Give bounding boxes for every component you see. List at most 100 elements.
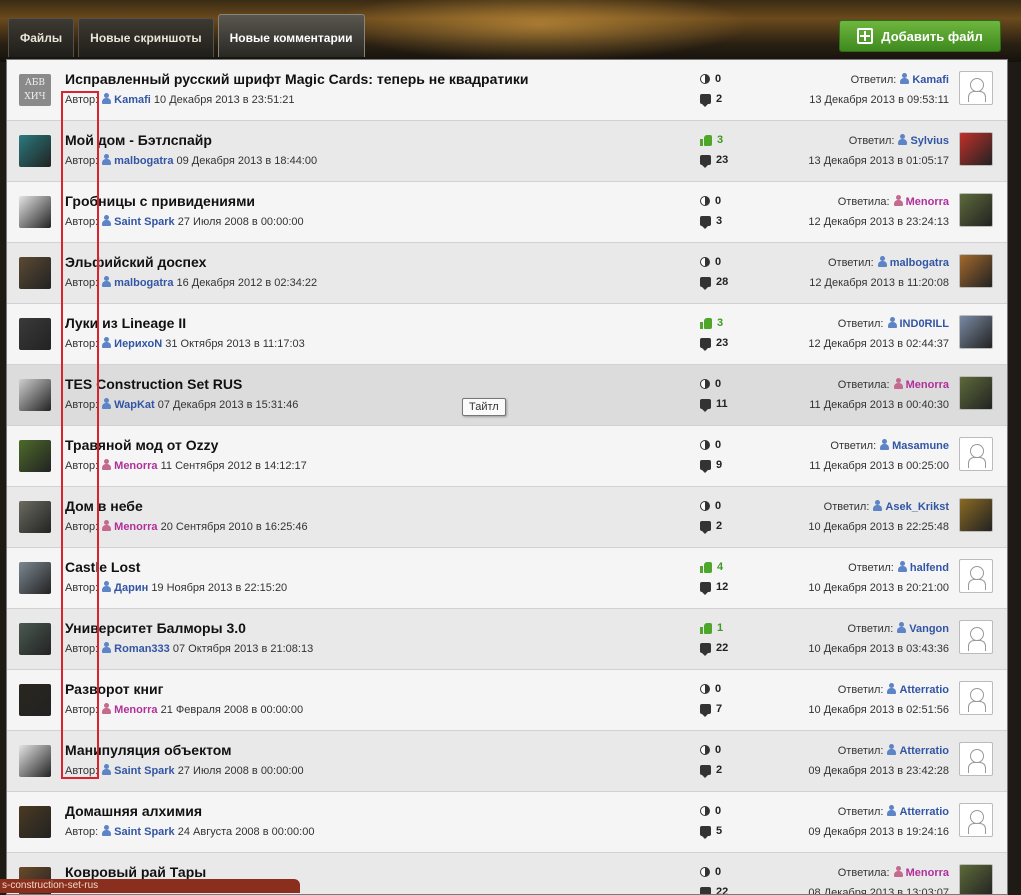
list-item[interactable]: Домашняя алхимия Автор: Saint Spark 24 Авг…: [7, 792, 1007, 853]
file-title[interactable]: Луки из Lineage II: [65, 315, 186, 331]
reply-user-link[interactable]: malbogatra: [890, 257, 949, 269]
file-title[interactable]: Исправленный русский шрифт Magic Cards: …: [65, 71, 528, 87]
author-link[interactable]: malbogatra: [114, 155, 173, 167]
add-file-label: Добавить файл: [881, 28, 983, 44]
author-link[interactable]: Дарин: [114, 582, 148, 594]
file-thumbnail[interactable]: [19, 745, 51, 777]
avatar[interactable]: [959, 559, 993, 593]
author-link[interactable]: Kamafi: [114, 94, 151, 106]
list-item[interactable]: Castle Lost Автор: Дарин 19 Ноября 2013 в …: [7, 548, 1007, 609]
file-title[interactable]: Травяной мод от Ozzy: [65, 437, 218, 453]
list-item[interactable]: Гробницы с привидениями Автор: Saint Spark…: [7, 182, 1007, 243]
author-link[interactable]: Menorra: [114, 704, 157, 716]
file-title[interactable]: Университет Балморы 3.0: [65, 620, 246, 636]
author-meta: Автор: Saint Spark 24 Августа 2008 в 00:0…: [65, 825, 314, 838]
author-link[interactable]: Menorra: [114, 521, 157, 533]
avatar[interactable]: [959, 193, 993, 227]
author-link[interactable]: Saint Spark: [114, 216, 175, 228]
file-thumbnail[interactable]: [19, 196, 51, 228]
reply-user-link[interactable]: Vangon: [909, 623, 949, 635]
author-link[interactable]: malbogatra: [114, 277, 173, 289]
author-label: Автор:: [65, 155, 99, 167]
reply-user-link[interactable]: halfend: [910, 562, 949, 574]
list-item[interactable]: Манипуляция объектом Автор: Saint Spark 27…: [7, 731, 1007, 792]
rating-value: 1: [717, 622, 724, 634]
list-item[interactable]: TES Construction Set RUS Автор: WapKat 07 …: [7, 365, 1007, 426]
avatar[interactable]: [959, 803, 993, 837]
file-title[interactable]: Разворот книг: [65, 681, 163, 697]
author-link[interactable]: ИерихоN: [114, 338, 162, 350]
reply-user-link[interactable]: Atterratio: [899, 806, 949, 818]
file-title[interactable]: TES Construction Set RUS: [65, 376, 242, 392]
reply-user-link[interactable]: Menorra: [906, 867, 949, 879]
tab-new-comments[interactable]: Новые комментарии: [217, 14, 365, 57]
file-thumbnail[interactable]: [19, 379, 51, 411]
reply-user-link[interactable]: Kamafi: [912, 74, 949, 86]
list-item[interactable]: Разворот книг Автор: Menorra 21 Февраля 20…: [7, 670, 1007, 731]
avatar[interactable]: [959, 71, 993, 105]
avatar[interactable]: [959, 437, 993, 471]
file-thumbnail[interactable]: [19, 440, 51, 472]
tab-files[interactable]: Файлы: [8, 18, 75, 57]
file-title[interactable]: Гробницы с привидениями: [65, 193, 255, 209]
author-link[interactable]: Roman333: [114, 643, 170, 655]
file-title[interactable]: Домашняя алхимия: [65, 803, 202, 819]
avatar[interactable]: [959, 376, 993, 410]
file-thumbnail[interactable]: [19, 623, 51, 655]
reply-user-link[interactable]: Masamune: [892, 440, 949, 452]
rating-stat: 0: [700, 73, 721, 85]
list-item[interactable]: Эльфийский доспех Автор: malbogatra 16 Дек…: [7, 243, 1007, 304]
reply-user-link[interactable]: Menorra: [906, 379, 949, 391]
file-thumbnail[interactable]: [19, 684, 51, 716]
list-item[interactable]: Дом в небе Автор: Menorra 20 Сентября 2010…: [7, 487, 1007, 548]
reply-label: Ответил:: [823, 501, 870, 513]
author-link[interactable]: WapKat: [114, 399, 155, 411]
file-thumbnail[interactable]: [19, 806, 51, 838]
list-item[interactable]: Луки из Lineage II Автор: ИерихоN 31 Октяб…: [7, 304, 1007, 365]
rating-icon: [700, 379, 710, 389]
list-item[interactable]: Травяной мод от Ozzy Автор: Menorra 11 Сен…: [7, 426, 1007, 487]
file-thumbnail[interactable]: [19, 257, 51, 289]
reply-user-link[interactable]: IND0RILL: [900, 318, 950, 330]
list-item[interactable]: Мой дом - Бэтлспайр Автор: malbogatra 09 Д…: [7, 121, 1007, 182]
file-title[interactable]: Эльфийский доспех: [65, 254, 206, 270]
reply-user-link[interactable]: Asek_Krikst: [885, 501, 949, 513]
tab-new-screenshots[interactable]: Новые скриншоты: [78, 18, 214, 57]
file-title[interactable]: Дом в небе: [65, 498, 143, 514]
file-title[interactable]: Ковровый рай Тары: [65, 864, 206, 880]
file-thumbnail[interactable]: [19, 501, 51, 533]
file-title[interactable]: Манипуляция объектом: [65, 742, 231, 758]
last-reply: Ответил: Kamafi: [851, 73, 949, 86]
avatar[interactable]: [959, 498, 993, 532]
file-title[interactable]: Мой дом - Бэтлспайр: [65, 132, 212, 148]
comments-count: 23: [716, 337, 729, 349]
add-file-button[interactable]: Добавить файл: [839, 20, 1001, 52]
avatar[interactable]: [959, 742, 993, 776]
avatar[interactable]: [959, 254, 993, 288]
reply-user-link[interactable]: Sylvius: [910, 135, 949, 147]
author-link[interactable]: Saint Spark: [114, 765, 175, 777]
author-meta: Автор: Roman333 07 Октября 2013 в 21:08:1…: [65, 642, 313, 655]
reply-label: Ответила:: [837, 867, 890, 879]
last-reply: Ответил: Masamune: [830, 439, 949, 452]
avatar[interactable]: [959, 132, 993, 166]
avatar[interactable]: [959, 864, 993, 894]
file-thumbnail[interactable]: [19, 318, 51, 350]
file-thumbnail[interactable]: [19, 135, 51, 167]
file-title[interactable]: Castle Lost: [65, 559, 140, 575]
reply-date: 13 Декабря 2013 в 09:53:11: [809, 94, 949, 106]
avatar[interactable]: [959, 315, 993, 349]
file-thumbnail[interactable]: [19, 562, 51, 594]
reply-user-link[interactable]: Atterratio: [899, 745, 949, 757]
author-link[interactable]: Saint Spark: [114, 826, 175, 838]
reply-date: 11 Декабря 2013 в 00:25:00: [809, 460, 949, 472]
avatar[interactable]: [959, 681, 993, 715]
file-thumbnail[interactable]: АБВ ХИЧ: [19, 74, 51, 106]
author-link[interactable]: Menorra: [114, 460, 157, 472]
list-item[interactable]: Университет Балморы 3.0 Автор: Roman333 07…: [7, 609, 1007, 670]
avatar[interactable]: [959, 620, 993, 654]
comments-count: 3: [716, 215, 723, 227]
reply-user-link[interactable]: Menorra: [906, 196, 949, 208]
list-item[interactable]: АБВ ХИЧ Исправленный русский шрифт Magic …: [7, 60, 1007, 121]
reply-user-link[interactable]: Atterratio: [899, 684, 949, 696]
